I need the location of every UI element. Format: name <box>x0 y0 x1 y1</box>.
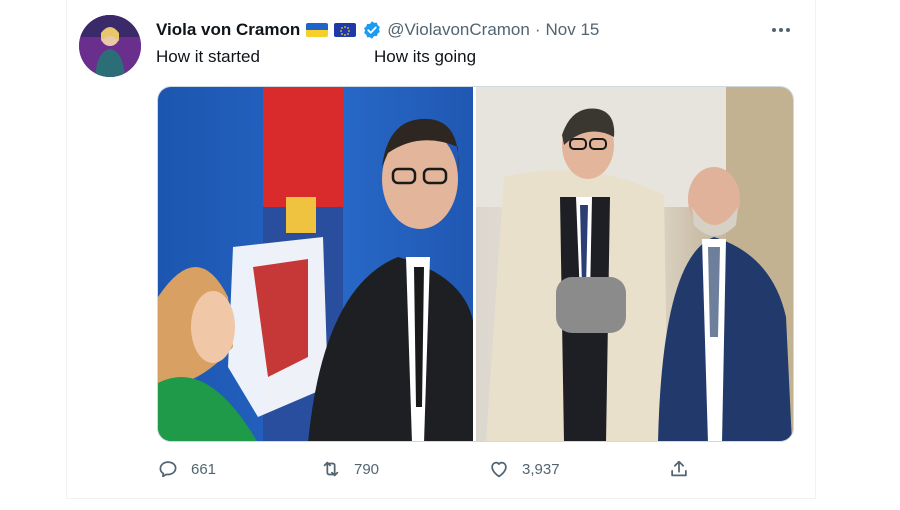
tweet-actions: 661 790 3,937 <box>0 458 900 484</box>
flag-ukraine-icon <box>306 23 329 37</box>
tweet-media[interactable] <box>157 86 794 442</box>
retweet-count: 790 <box>354 460 380 478</box>
share-icon <box>671 460 687 477</box>
author-handle[interactable]: @ViolavonCramon <box>387 20 530 40</box>
caption-left: How it started <box>156 47 260 66</box>
flag-eu-icon <box>334 23 357 37</box>
author-name[interactable]: Viola von Cramon <box>156 20 300 40</box>
author-avatar[interactable] <box>79 15 141 77</box>
caption-right: How its going <box>374 47 477 66</box>
photo-left-illustration <box>158 87 473 441</box>
retweet-button[interactable]: 790 <box>320 458 379 480</box>
avatar-photo <box>79 15 141 77</box>
reply-count: 661 <box>191 460 217 478</box>
more-options-icon[interactable] <box>770 20 792 40</box>
retweet-icon <box>323 461 339 477</box>
verified-badge-icon <box>364 21 381 39</box>
photo-how-its-going[interactable] <box>476 87 793 441</box>
tweet-date[interactable]: Nov 15 <box>546 20 600 40</box>
photo-how-it-started[interactable] <box>158 87 473 441</box>
heart-icon <box>491 461 507 478</box>
like-count: 3,937 <box>522 460 560 478</box>
share-button[interactable] <box>668 458 702 480</box>
photo-right-illustration <box>476 87 793 441</box>
reply-icon <box>159 461 177 478</box>
tweet-header: Viola von Cramon @ViolavonCramon · Nov 1… <box>156 18 599 42</box>
header-separator: · <box>534 20 541 39</box>
reply-button[interactable]: 661 <box>157 458 216 480</box>
like-button[interactable]: 3,937 <box>488 458 560 480</box>
